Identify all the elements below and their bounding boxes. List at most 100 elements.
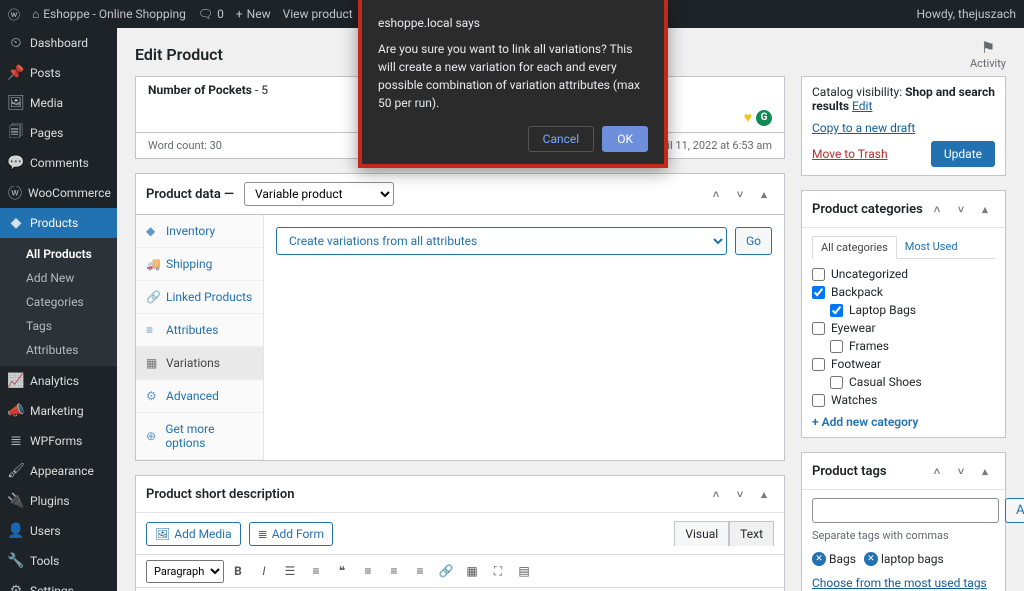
italic-icon[interactable]: I [252,559,276,583]
align-right-icon[interactable]: ≡ [408,559,432,583]
category-item[interactable]: Watches [812,391,995,409]
category-checkbox[interactable] [812,322,825,335]
tab-attributes[interactable]: ≡Attributes [136,314,263,347]
menu-users[interactable]: 👤Users [0,516,117,546]
move-trash-link[interactable]: Move to Trash [812,147,888,161]
menu-comments[interactable]: 💬Comments [0,148,117,178]
move-down-icon[interactable]: ˅ [730,484,750,504]
tab-variations[interactable]: ▦Variations [136,347,263,380]
tab-inventory[interactable]: ◆Inventory [136,215,263,248]
more-icon[interactable]: ▦ [460,559,484,583]
category-checkbox[interactable] [830,376,843,389]
move-down-icon[interactable]: ˅ [730,184,750,204]
submenu-attributes[interactable]: Attributes [0,338,117,362]
move-up-icon[interactable]: ˄ [927,461,947,481]
confirm-dialog: eshoppe.local says Are you sure you want… [358,0,668,168]
format-select[interactable]: Paragraph [146,560,224,583]
add-tag-button[interactable]: Add [1005,498,1024,523]
add-category-link[interactable]: + Add new category [812,415,918,429]
category-item[interactable]: Frames [830,337,995,355]
category-checkbox[interactable] [812,268,825,281]
menu-wpforms[interactable]: ≣WPForms [0,426,117,456]
cat-tab-most-used[interactable]: Most Used [897,236,966,258]
category-checkbox[interactable] [830,304,843,317]
cat-tab-all[interactable]: All categories [812,236,897,259]
category-item[interactable]: Uncategorized [812,265,995,283]
tab-advanced[interactable]: ⚙Advanced [136,380,263,413]
align-left-icon[interactable]: ≡ [356,559,380,583]
tab-more-options[interactable]: ⊕Get more options [136,413,263,460]
category-item[interactable]: Casual Shoes [830,373,995,391]
cancel-button[interactable]: Cancel [528,126,595,152]
menu-pages[interactable]: 🗐Pages [0,118,117,148]
comments-link[interactable]: 🗨 0 [198,7,224,21]
heart-icon[interactable]: ♥ [744,109,752,126]
move-down-icon[interactable]: ˅ [951,461,971,481]
remove-tag-icon[interactable]: ✕ [864,552,878,566]
add-media-button[interactable]: 🖼Add Media [146,522,241,546]
menu-analytics[interactable]: 📈Analytics [0,366,117,396]
view-product-link[interactable]: View product [283,7,353,21]
category-item[interactable]: Laptop Bags [830,301,995,319]
howdy-link[interactable]: Howdy, thejuszach [916,7,1016,21]
move-up-icon[interactable]: ˄ [706,484,726,504]
site-link[interactable]: ⌂Eshoppe - Online Shopping [32,7,186,21]
move-up-icon[interactable]: ˄ [706,184,726,204]
add-form-button[interactable]: ≣Add Form [249,522,333,546]
wp-logo[interactable]: ⓦ [8,6,20,23]
move-down-icon[interactable]: ˅ [951,199,971,219]
admin-sidebar: ⏲Dashboard 📌Posts 🖼Media 🗐Pages 💬Comment… [0,28,117,591]
category-checkbox[interactable] [830,340,843,353]
category-checkbox[interactable] [812,358,825,371]
number-list-icon[interactable]: ≡ [304,559,328,583]
remove-tag-icon[interactable]: ✕ [812,552,826,566]
choose-tags-link[interactable]: Choose from the most used tags [812,576,987,590]
kitchen-sink-icon[interactable]: ▤ [512,559,536,583]
bold-icon[interactable]: B [226,559,250,583]
edit-visibility-link[interactable]: Edit [852,99,872,113]
text-tab[interactable]: Text [729,521,774,546]
move-up-icon[interactable]: ˄ [927,199,947,219]
menu-settings[interactable]: ⚙Settings [0,576,117,591]
tab-shipping[interactable]: 🚚Shipping [136,248,263,281]
bullet-list-icon[interactable]: ☰ [278,559,302,583]
category-item[interactable]: Eyewear [812,319,995,337]
link-icon[interactable]: 🔗 [434,559,458,583]
category-item[interactable]: Footwear [812,355,995,373]
submenu-all-products[interactable]: All Products [0,242,117,266]
category-checkbox[interactable] [812,394,825,407]
update-button[interactable]: Update [931,141,995,167]
product-type-select[interactable]: Variable product [244,182,394,206]
submenu-add-new[interactable]: Add New [0,266,117,290]
toggle-icon[interactable]: ▴ [754,184,774,204]
menu-posts[interactable]: 📌Posts [0,58,117,88]
menu-products[interactable]: ◆Products [0,208,117,238]
variation-action-select[interactable]: Create variations from all attributes [276,227,727,255]
activity-button[interactable]: ⚑ Activity [970,38,1006,70]
menu-plugins[interactable]: 🔌Plugins [0,486,117,516]
menu-marketing[interactable]: 📣Marketing [0,396,117,426]
menu-appearance[interactable]: 🖌Appearance [0,456,117,486]
tag-input[interactable] [812,498,999,523]
toggle-icon[interactable]: ▴ [975,199,995,219]
ok-button[interactable]: OK [602,126,648,152]
submenu-tags[interactable]: Tags [0,314,117,338]
toggle-icon[interactable]: ▴ [975,461,995,481]
category-checkbox[interactable] [812,286,825,299]
category-item[interactable]: Backpack [812,283,995,301]
grammarly-icon[interactable]: G [756,110,772,126]
toggle-icon[interactable]: ▴ [754,484,774,504]
submenu-categories[interactable]: Categories [0,290,117,314]
new-link[interactable]: + New [236,7,271,21]
menu-media[interactable]: 🖼Media [0,88,117,118]
visual-tab[interactable]: Visual [674,521,729,546]
menu-tools[interactable]: 🔧Tools [0,546,117,576]
go-button[interactable]: Go [735,227,772,255]
quote-icon[interactable]: ❝ [330,559,354,583]
tab-linked[interactable]: 🔗Linked Products [136,281,263,314]
menu-dashboard[interactable]: ⏲Dashboard [0,28,117,58]
menu-woocommerce[interactable]: ⓦWooCommerce [0,178,117,208]
align-center-icon[interactable]: ≡ [382,559,406,583]
copy-draft-link[interactable]: Copy to a new draft [812,121,915,135]
fullscreen-icon[interactable]: ⛶ [486,559,510,583]
